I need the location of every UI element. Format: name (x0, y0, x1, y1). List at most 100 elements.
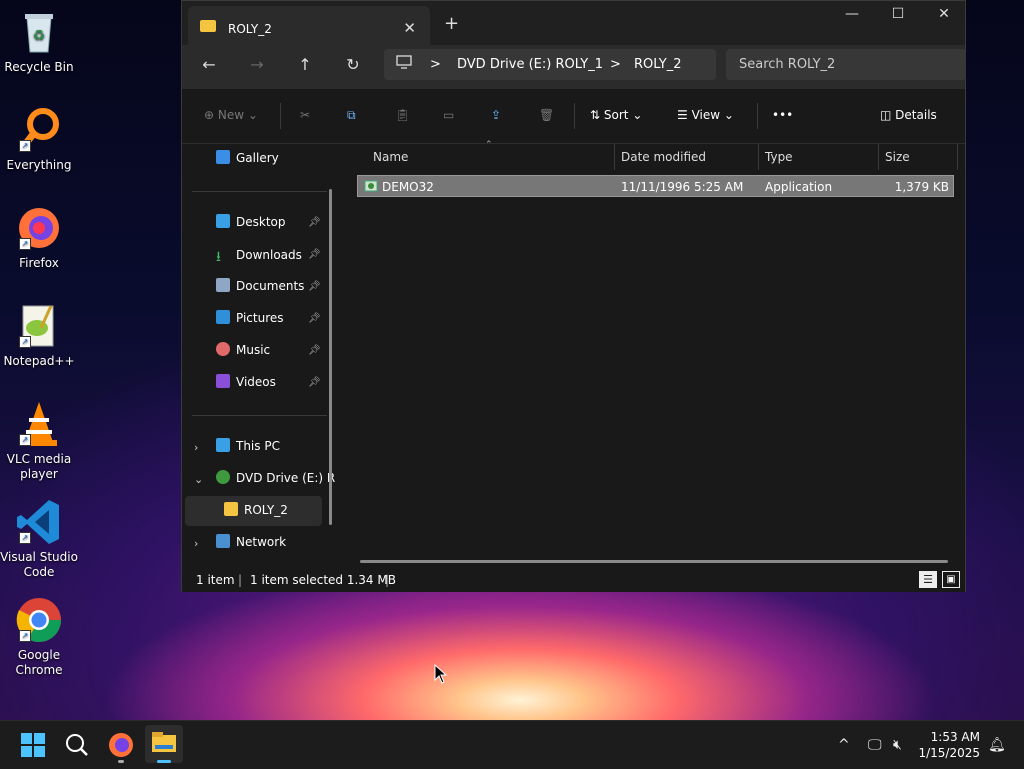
expand-chevron-icon[interactable]: › (194, 537, 198, 550)
desktop-icon-label: Recycle Bin (4, 60, 74, 74)
network-status-icon[interactable]: 🖵︎ (868, 737, 882, 753)
new-tab-button[interactable]: + (444, 13, 459, 34)
column-header-type[interactable]: Type (765, 150, 793, 164)
breadcrumb-dvd-drive[interactable]: DVD Drive (E:) ROLY_1 (457, 57, 603, 72)
file-explorer-icon (152, 732, 176, 752)
breadcrumb-roly2[interactable]: ROLY_2 (634, 57, 682, 72)
clock-date: 1/15/2025 (918, 746, 980, 760)
show-hidden-icons-chevron-icon[interactable]: ^ (838, 737, 850, 753)
table-row[interactable]: DEMO32 11/11/1996 5:25 AM Application 1,… (357, 175, 954, 197)
firefox-icon (109, 733, 133, 757)
close-window-button[interactable]: ✕ (924, 6, 964, 22)
column-divider[interactable] (878, 144, 879, 170)
clock[interactable]: 1:53 AM 1/15/2025 (918, 729, 980, 761)
pin-icon[interactable]: 📌︎ (308, 281, 321, 292)
paste-icon[interactable]: 📋︎ (395, 108, 410, 122)
desktop-icon-vlc[interactable]: ↗ VLC media player (0, 400, 78, 482)
column-divider[interactable] (614, 144, 615, 170)
back-button[interactable]: ← (197, 55, 221, 74)
nav-scrollbar[interactable] (329, 189, 332, 525)
application-icon (364, 179, 378, 196)
pin-icon[interactable]: 📌︎ (308, 377, 321, 388)
large-icons-view-icon[interactable]: ▣ (942, 571, 960, 588)
search-box[interactable]: Search ROLY_2 (726, 49, 966, 80)
minimize-button[interactable]: — (832, 6, 872, 22)
status-divider: | (238, 573, 243, 587)
navigation-pane: Gallery Desktop 📌︎ ⭳ Downloads 📌︎ Documen… (182, 144, 340, 568)
view-button[interactable]: ☰ View ⌄ (677, 108, 734, 122)
file-name: DEMO32 (382, 180, 434, 194)
share-icon[interactable]: ⇪ (491, 108, 501, 122)
nav-item-downloads[interactable]: ⭳ Downloads (216, 246, 302, 266)
desktop-icon-notepadpp[interactable]: ↗ Notepad++ (0, 302, 78, 369)
cut-icon[interactable]: ✂ (300, 108, 310, 122)
details-button[interactable]: ◫ Details (880, 108, 937, 122)
taskbar-file-explorer[interactable] (145, 725, 183, 763)
nav-item-desktop[interactable]: Desktop (216, 214, 286, 234)
desktop-icon-firefox[interactable]: ↗ Firefox (0, 204, 78, 271)
forward-button[interactable]: → (245, 55, 269, 74)
desktop-icon-label: Everything (6, 158, 72, 172)
new-button[interactable]: ⊕ New ⌄ (204, 108, 258, 122)
tab-close-button[interactable]: ✕ (403, 19, 416, 37)
column-divider[interactable] (758, 144, 759, 170)
desktop-icon-label: Notepad++ (3, 354, 75, 368)
column-header-size[interactable]: Size (885, 150, 910, 164)
notification-bell-icon[interactable]: 🔔︎ (988, 737, 1006, 753)
pictures-icon (216, 310, 230, 324)
volume-muted-icon[interactable]: 🔇︎ (893, 737, 902, 753)
nav-label: Pictures (236, 311, 284, 325)
search-placeholder: Search ROLY_2 (739, 57, 836, 72)
column-header-name[interactable]: Name (373, 150, 408, 164)
nav-item-videos[interactable]: Videos (216, 374, 276, 394)
desktop-icon-everything[interactable]: ↗ Everything (0, 106, 78, 173)
taskbar-firefox[interactable] (105, 729, 137, 763)
delete-icon[interactable]: 🗑︎ (539, 108, 554, 122)
status-divider: | (385, 573, 390, 587)
pin-icon[interactable]: 📌︎ (308, 249, 321, 260)
navigation-bar: ← → ↑ ↻ > DVD Drive (E:) ROLY_1 > ROLY_2… (182, 45, 966, 89)
more-options-button[interactable]: ••• (772, 108, 793, 122)
nav-item-dvd-drive[interactable]: DVD Drive (E:) R (216, 470, 335, 490)
up-button[interactable]: ↑ (293, 55, 317, 74)
expand-chevron-icon[interactable]: › (194, 441, 198, 454)
nav-label: Network (236, 535, 287, 549)
nav-label: This PC (236, 439, 280, 453)
address-bar[interactable]: > DVD Drive (E:) ROLY_1 > ROLY_2 (384, 49, 716, 80)
shortcut-arrow-icon: ↗ (19, 630, 31, 642)
tab-roly2[interactable]: ROLY_2 ✕ (188, 6, 430, 45)
status-bar: 1 item | 1 item selected 1.34 MB | ☰ ▣ (182, 568, 965, 592)
nav-item-roly2[interactable]: ROLY_2 (224, 502, 288, 522)
nav-item-documents[interactable]: Documents (216, 278, 304, 298)
desktop-icon-recycle-bin[interactable]: ♻ Recycle Bin (0, 8, 78, 75)
details-pane-icon: ◫ (880, 108, 892, 122)
desktop-icon-label: Google Chrome (15, 648, 63, 677)
rename-icon[interactable]: ▭ (443, 108, 454, 122)
pin-icon[interactable]: 📌︎ (308, 217, 321, 228)
search-button[interactable] (61, 729, 93, 761)
copy-icon[interactable]: ⧉ (347, 108, 356, 123)
pin-icon[interactable]: 📌︎ (308, 345, 321, 356)
horizontal-scrollbar[interactable] (360, 560, 948, 563)
nav-item-pictures[interactable]: Pictures (216, 310, 284, 330)
collapse-chevron-icon[interactable]: ⌄ (194, 473, 203, 486)
column-header-date[interactable]: Date modified (621, 150, 706, 164)
desktop-icon-label: Firefox (19, 256, 59, 270)
chrome-icon: ↗ (15, 596, 63, 644)
nav-item-network[interactable]: Network (216, 534, 286, 554)
this-pc-icon (216, 438, 230, 452)
column-divider[interactable] (957, 144, 958, 170)
refresh-button[interactable]: ↻ (341, 55, 365, 74)
chevron-down-icon: ⌄ (632, 108, 643, 122)
nav-label: Documents (236, 279, 305, 293)
nav-item-music[interactable]: Music (216, 342, 270, 362)
nav-item-gallery[interactable]: Gallery (216, 150, 279, 170)
sort-button[interactable]: ⇅ Sort ⌄ (590, 108, 642, 122)
desktop-icon-vscode[interactable]: ↗ Visual Studio Code (0, 498, 78, 580)
nav-item-this-pc[interactable]: This PC (216, 438, 280, 458)
maximize-button[interactable]: ☐ (878, 6, 918, 22)
details-view-icon[interactable]: ☰ (919, 571, 937, 588)
pin-icon[interactable]: 📌︎ (308, 313, 321, 324)
start-button[interactable] (17, 729, 49, 761)
desktop-icon-chrome[interactable]: ↗ Google Chrome (0, 596, 78, 678)
